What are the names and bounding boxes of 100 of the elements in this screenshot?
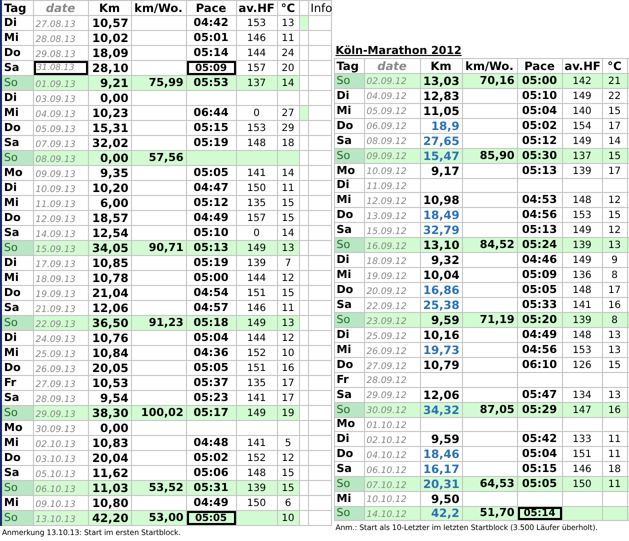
table-cell: 05:24: [517, 238, 562, 252]
table-cell: 12,06: [420, 387, 462, 402]
column-header: Pace: [517, 58, 562, 73]
table-cell: 10,98: [420, 192, 462, 208]
weekday-cell: Di: [1, 256, 33, 270]
table-cell: 13,10: [420, 238, 462, 252]
table-cell: 05:10: [517, 88, 562, 103]
table-cell: 57,56: [131, 150, 186, 166]
weekday-cell: Mo: [334, 163, 364, 178]
table-cell: 51,70: [462, 506, 517, 520]
table-cell: 05:31: [186, 480, 236, 496]
table-cell: 02.09.12: [364, 73, 420, 88]
table-cell: 13: [602, 238, 627, 252]
table-cell: 19.09.13: [33, 286, 88, 300]
table-cell: 18.09.13: [33, 270, 88, 286]
table-cell: 17: [277, 376, 299, 390]
table-cell: 16.09.12: [364, 238, 420, 252]
table-cell: 140: [562, 103, 602, 118]
weekday-cell: Do: [1, 46, 33, 60]
weekday-cell: So: [1, 76, 33, 90]
column-header: Pace: [186, 0, 236, 16]
table-cell: 10,20: [88, 180, 131, 196]
weekday-cell: Do: [1, 120, 33, 136]
table-cell: 04:49: [517, 328, 562, 342]
table-cell: 11: [277, 180, 299, 196]
table-cell: 15.09.13: [33, 240, 88, 256]
table-cell: 05:29: [517, 402, 562, 417]
table-cell: 139: [562, 163, 602, 178]
weekday-cell: Mi: [1, 346, 33, 360]
table-cell: 20,05: [88, 360, 131, 376]
table-cell: 22: [602, 88, 627, 103]
table-cell: 10,78: [88, 270, 131, 286]
table-cell: 15: [602, 358, 627, 372]
table-cell: 9,35: [88, 166, 131, 180]
table-cell: 144: [236, 270, 277, 286]
table-cell: 12,83: [420, 88, 462, 103]
table-cell: 29.09.13: [33, 406, 88, 420]
table-cell: 12: [277, 450, 299, 466]
weekday-cell: Di: [334, 88, 364, 103]
table-cell: 10,23: [88, 106, 131, 120]
table-cell: 152: [236, 450, 277, 466]
table-cell: 13.10.13: [33, 510, 88, 526]
table-cell: 136: [562, 268, 602, 282]
table-cell: 05:04: [517, 446, 562, 462]
weekday-cell: So: [1, 150, 33, 166]
weekday-cell: Di: [334, 328, 364, 342]
column-header: Tag: [1, 0, 33, 16]
table-cell: 153: [562, 208, 602, 222]
table-cell: 05:13: [517, 163, 562, 178]
table-cell: 139: [236, 256, 277, 270]
weekday-cell: Mo: [1, 166, 33, 180]
table-cell: 137: [562, 148, 602, 163]
table-cell: 11,05: [420, 103, 462, 118]
table-cell: 07.10.12: [364, 476, 420, 492]
table-cell: 34,05: [88, 240, 131, 256]
table-cell: 11: [602, 432, 627, 446]
table-cell: 24.09.13: [33, 330, 88, 346]
weekday-cell: Di: [1, 180, 33, 196]
table-cell: 05:09: [517, 268, 562, 282]
table-cell: 05:47: [517, 387, 562, 402]
weekday-cell: Mi: [334, 492, 364, 506]
table-cell: 26.09.12: [364, 342, 420, 358]
table-title: Köln-Marathon 2012: [334, 44, 463, 58]
table-cell: 13.09.12: [364, 208, 420, 222]
table-cell: 05:09: [186, 60, 236, 76]
table-cell: 18,49: [420, 208, 462, 222]
table-cell: 53,00: [131, 510, 186, 526]
table-cell: 27.08.13: [33, 16, 88, 30]
weekday-cell: Do: [334, 446, 364, 462]
table-cell: 14.10.12: [364, 506, 420, 520]
table-cell: 12: [602, 192, 627, 208]
table-cell: 03.09.13: [33, 90, 88, 106]
table-cell: 05:04: [186, 330, 236, 346]
table-cell: 10.09.13: [33, 180, 88, 196]
table-cell: 10,16: [420, 328, 462, 342]
table-cell: 11: [602, 446, 627, 462]
table-cell: 05:12: [517, 133, 562, 148]
table-cell: 142: [562, 73, 602, 88]
table-cell: 19.09.12: [364, 268, 420, 282]
weekday-cell: So: [334, 73, 364, 88]
table-cell: 11,03: [88, 480, 131, 496]
table-cell: 05:14: [517, 506, 562, 520]
table-cell: 20,04: [88, 450, 131, 466]
table-cell: 05:01: [186, 30, 236, 46]
table-cell: 150: [562, 476, 602, 492]
table-cell: 11.09.12: [364, 178, 420, 192]
weekday-cell: So: [334, 148, 364, 163]
table-cell: 14: [277, 166, 299, 180]
table-cell: 25.09.13: [33, 346, 88, 360]
table-cell: 21: [602, 73, 627, 88]
weekday-cell: So: [334, 506, 364, 520]
weekday-cell: So: [1, 240, 33, 256]
table-cell: 11.09.13: [33, 196, 88, 210]
table-cell: 05.09.13: [33, 120, 88, 136]
weekday-cell: Do: [1, 210, 33, 226]
table-cell: 153: [236, 16, 277, 30]
table-cell: 9: [602, 252, 627, 268]
table-cell: 05:00: [517, 73, 562, 88]
column-header: av.HF: [236, 0, 277, 16]
table-cell: 06:10: [517, 358, 562, 372]
